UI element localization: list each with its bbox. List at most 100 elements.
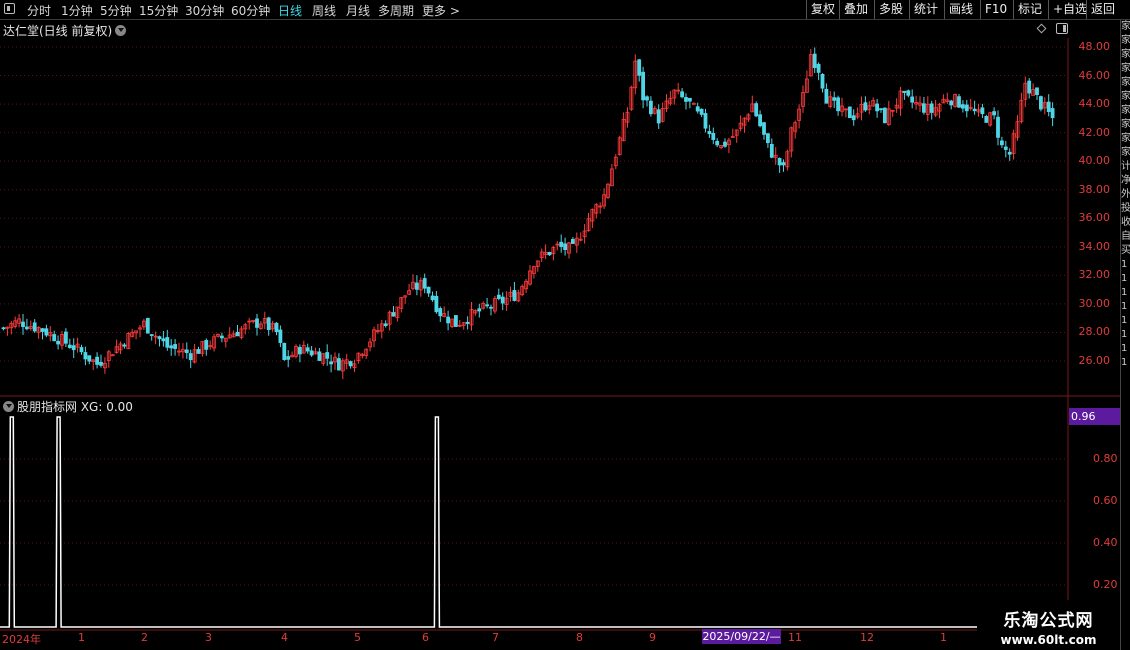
indicator-menu-icon[interactable] — [3, 401, 14, 412]
candle — [925, 96, 930, 122]
candle-body — [1007, 151, 1012, 155]
candle-body — [305, 347, 310, 352]
candle — [730, 128, 735, 138]
candle — [906, 89, 911, 98]
candle — [95, 352, 99, 369]
date-label: 12 — [860, 631, 874, 644]
candle — [875, 99, 879, 118]
stock-name: 达仁堂(日线 前复权) — [3, 24, 113, 38]
candle-body — [836, 97, 840, 112]
candle — [641, 66, 645, 109]
candle — [145, 317, 150, 334]
candle — [290, 351, 295, 358]
candle — [79, 344, 84, 355]
candle — [336, 353, 341, 371]
quote-char: 收 — [1121, 217, 1130, 228]
candle-body — [1046, 101, 1051, 113]
candle — [1050, 102, 1055, 127]
candle — [777, 157, 782, 173]
candle-body — [910, 96, 915, 103]
indicator-axis-label: 0.40 — [1093, 536, 1118, 549]
date-label: 4 — [281, 631, 288, 644]
candle — [1003, 140, 1008, 158]
candle — [929, 100, 934, 120]
quote-char: 1 — [1121, 329, 1128, 340]
candle — [610, 163, 614, 187]
candle-body — [79, 347, 84, 353]
candle — [797, 104, 801, 129]
candle-body — [766, 133, 770, 144]
quote-char: 1 — [1121, 287, 1128, 298]
date-label: 11 — [788, 631, 802, 644]
candle-body — [122, 344, 127, 347]
candle — [711, 127, 716, 145]
candle — [883, 107, 887, 124]
candle-body — [847, 106, 852, 119]
candle — [590, 208, 595, 229]
candle — [922, 96, 926, 115]
candle — [461, 321, 466, 330]
candle — [348, 360, 353, 369]
candle — [344, 353, 349, 370]
candle-body — [422, 278, 427, 289]
candle-body — [754, 103, 759, 117]
kline-chart-canvas[interactable] — [0, 0, 1130, 650]
candle-body — [996, 116, 1000, 138]
candle — [964, 99, 969, 118]
chart-menu-icon[interactable] — [115, 25, 127, 36]
watermark-logo: 乐淘公式网 www.60lt.com — [977, 600, 1120, 650]
candle — [278, 325, 283, 348]
panel-toggle-icon[interactable] — [1056, 23, 1068, 34]
quote-char: 1 — [1121, 301, 1128, 312]
quote-char: 家 — [1121, 63, 1130, 74]
quote-char: 净 — [1121, 175, 1130, 186]
candle — [535, 260, 540, 272]
candle — [742, 117, 747, 133]
candle — [294, 344, 298, 359]
candle-body — [699, 108, 704, 115]
candle — [571, 237, 575, 245]
candle — [360, 352, 365, 359]
candle — [738, 115, 743, 132]
candle — [746, 113, 751, 122]
candle — [812, 47, 817, 74]
candle-body — [980, 107, 985, 115]
candle-body — [71, 345, 76, 351]
quote-side-panel[interactable]: 家 家 家 家 家 家 家 家 家 家 计 净 外 投 收 自 买 1 1 1 … — [1120, 20, 1130, 650]
cursor-date-badge: 2025/09/22/— — [702, 629, 781, 644]
candle-body — [769, 143, 774, 158]
candle-body — [161, 338, 166, 342]
candle — [949, 99, 954, 110]
candle — [684, 93, 688, 110]
candle — [625, 107, 630, 128]
candle — [656, 104, 661, 130]
candle-body — [1050, 108, 1055, 119]
candle — [703, 108, 708, 133]
candle — [325, 344, 330, 366]
candle-body — [21, 321, 25, 328]
candle — [87, 355, 92, 365]
candle — [567, 241, 571, 259]
candle — [672, 89, 677, 105]
candle — [617, 135, 622, 156]
candle-body — [984, 116, 989, 123]
candle — [1007, 148, 1012, 161]
candle — [512, 281, 517, 302]
candle — [941, 94, 946, 104]
candle-body — [645, 96, 649, 101]
candle — [664, 94, 669, 112]
candle-body — [879, 108, 883, 111]
candle-body — [149, 334, 154, 336]
candle — [83, 346, 88, 366]
candle — [762, 121, 766, 140]
candle — [227, 327, 232, 339]
candle-body — [44, 328, 49, 336]
candle — [707, 124, 712, 138]
price-label: 48.00 — [1078, 40, 1111, 53]
candle — [879, 108, 883, 113]
candle — [828, 91, 833, 109]
date-label: 2 — [141, 631, 148, 644]
candle-body — [949, 100, 954, 106]
candle-body — [477, 308, 482, 312]
candle-body — [964, 104, 969, 112]
